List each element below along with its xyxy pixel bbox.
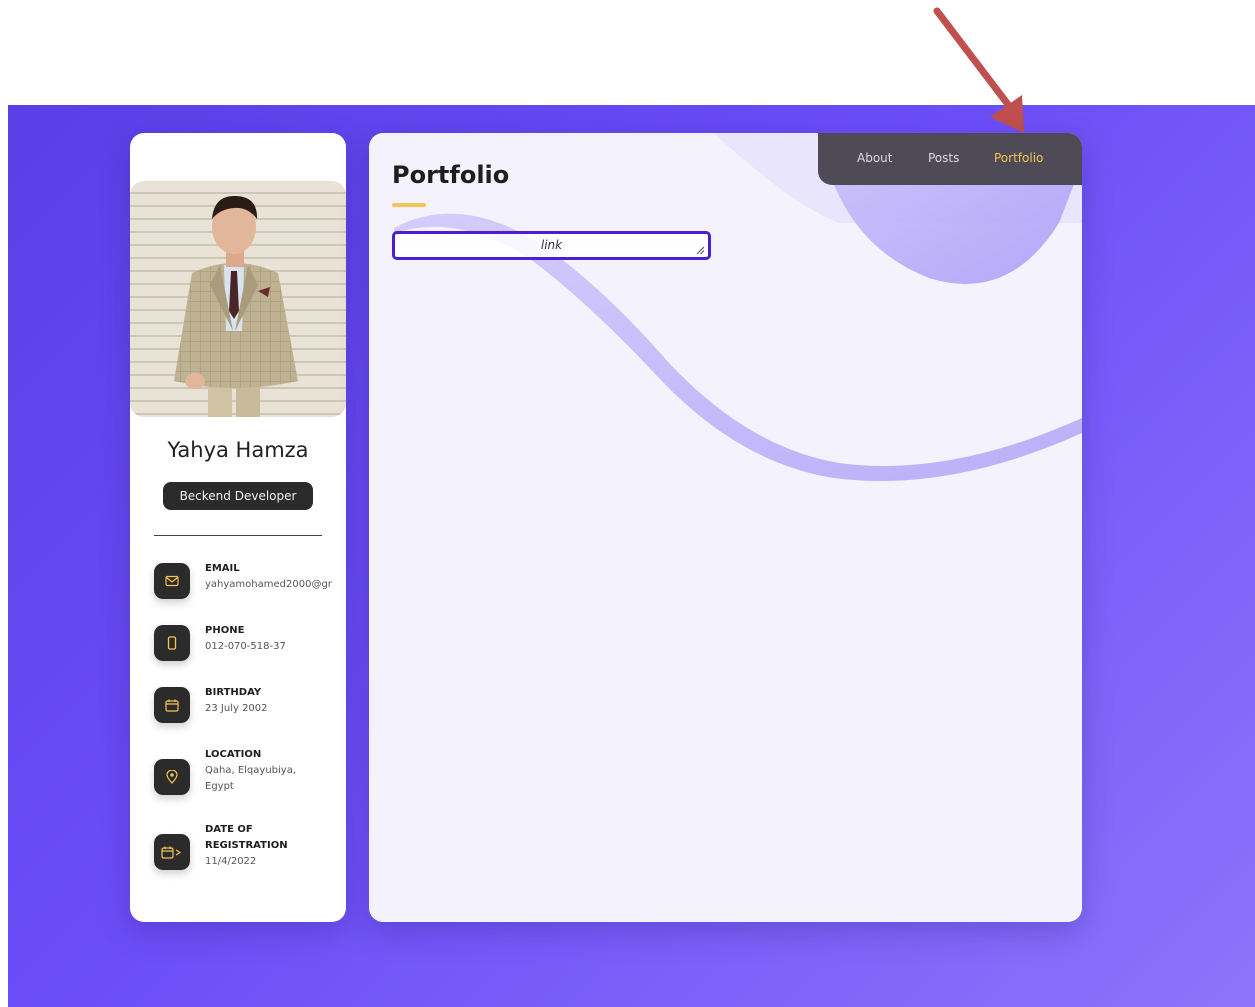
mail-icon: [154, 563, 190, 599]
contact-value: 11/4/2022: [205, 856, 257, 867]
contact-label: LOCATION: [205, 749, 262, 760]
contact-label: BIRTHDAY: [205, 687, 262, 698]
contact-label: PHONE: [205, 625, 245, 636]
role-badge: Beckend Developer: [163, 482, 313, 510]
link-textarea[interactable]: link: [392, 231, 711, 260]
profile-name: Yahya Hamza: [167, 438, 309, 462]
location-pin-icon: [154, 759, 190, 795]
contact-label: EMAIL: [205, 563, 240, 574]
phone-icon: [154, 625, 190, 661]
profile-photo: [130, 181, 346, 417]
link-text: link: [540, 238, 563, 252]
nav-posts[interactable]: Posts: [928, 133, 959, 183]
contact-value: 23 July 2002: [205, 703, 268, 714]
nav-portfolio[interactable]: Portfolio: [994, 133, 1043, 183]
portfolio-panel: Portfolio link: [369, 133, 1082, 922]
divider: [154, 535, 322, 536]
calendar-icon: [154, 687, 190, 723]
contact-value: yahyamohamed2000@gr: [205, 579, 332, 590]
contact-value: Qaha, Elqayubiya, Egypt: [205, 765, 297, 792]
contact-label: DATE OF REGISTRATION: [205, 824, 288, 851]
annotation-arrow: [933, 7, 1024, 133]
profile-sidebar: Yahya Hamza Beckend Developer EMAIL yahy…: [130, 133, 346, 922]
resize-handle-icon[interactable]: [695, 245, 705, 255]
contact-value: 012-070-518-37: [205, 641, 286, 652]
title-underline: [392, 203, 426, 207]
calendar-arrow-icon: [154, 834, 190, 870]
page-title: Portfolio: [392, 161, 510, 189]
nav-about[interactable]: About: [857, 133, 892, 183]
top-navbar: About Posts Portfolio: [818, 133, 1082, 185]
